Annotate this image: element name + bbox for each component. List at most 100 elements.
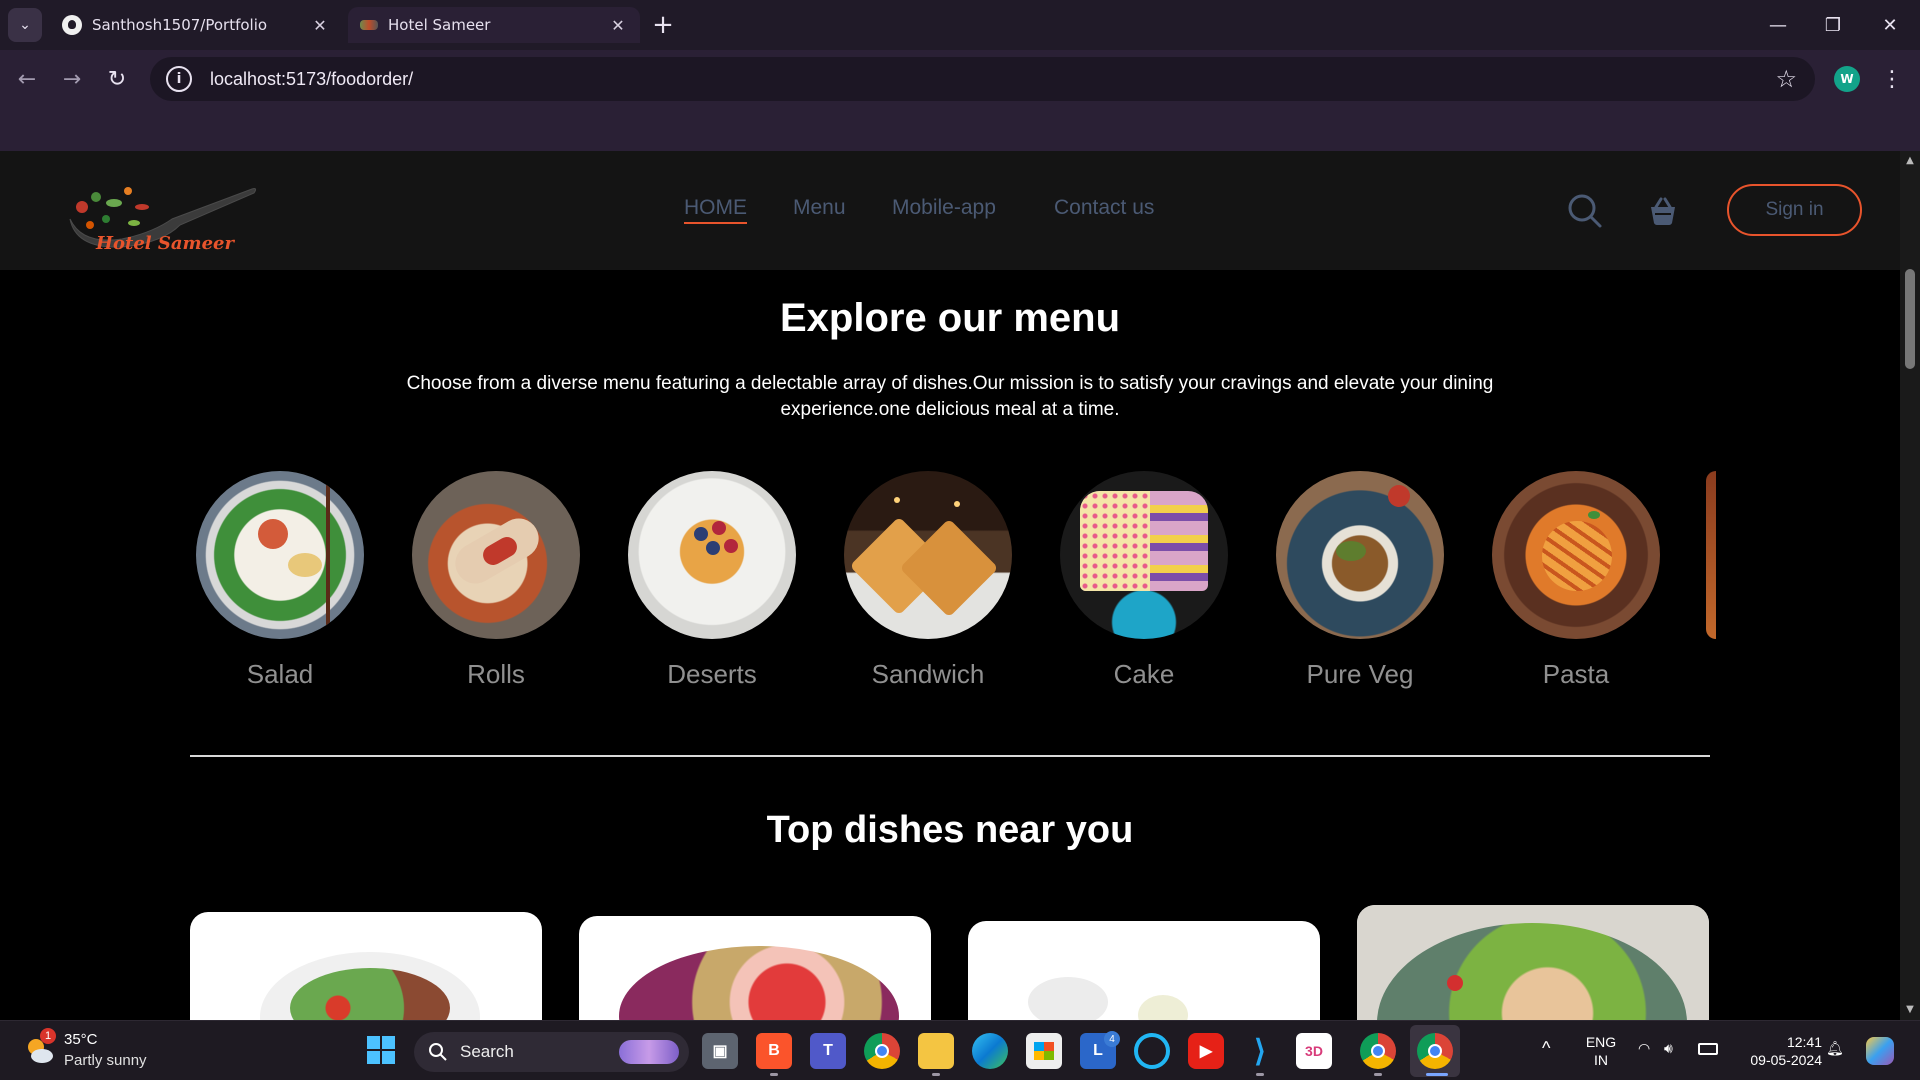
youtube-icon[interactable]: ▶ bbox=[1188, 1033, 1224, 1069]
edge-icon[interactable] bbox=[972, 1033, 1008, 1069]
microsoft-store-icon[interactable] bbox=[1026, 1033, 1062, 1069]
menu-item-cake[interactable]: Cake bbox=[1059, 471, 1229, 690]
rolls-image bbox=[412, 471, 580, 639]
search-label: Search bbox=[460, 1042, 514, 1061]
new-tab-button[interactable]: + bbox=[648, 10, 678, 40]
sign-in-button[interactable]: Sign in bbox=[1727, 184, 1862, 236]
food-card-image bbox=[619, 946, 899, 1020]
nav-home[interactable]: HOME bbox=[684, 196, 747, 224]
chrome-active-icon[interactable] bbox=[1417, 1033, 1453, 1069]
menu-item-label: Pasta bbox=[1542, 659, 1610, 689]
brave-icon[interactable]: B bbox=[756, 1033, 792, 1069]
vscode-icon[interactable]: ⟩ bbox=[1242, 1033, 1278, 1069]
menu-item-partial[interactable] bbox=[1706, 471, 1716, 639]
deserts-image bbox=[628, 471, 796, 639]
weather-description[interactable]: Partly sunny bbox=[64, 1052, 147, 1069]
battery-icon[interactable] bbox=[1698, 1043, 1718, 1055]
menu-item-label: Rolls bbox=[467, 659, 525, 689]
restore-button[interactable]: ❐ bbox=[1813, 8, 1853, 42]
forward-button[interactable]: → bbox=[55, 62, 89, 96]
menu-item-deserts[interactable]: Deserts bbox=[627, 471, 797, 690]
top-dishes-title: Top dishes near you bbox=[766, 809, 1134, 851]
menu-item-pure-veg[interactable]: Pure Veg bbox=[1275, 471, 1445, 690]
taskbar-search[interactable]: Search bbox=[414, 1032, 689, 1072]
github-icon bbox=[62, 15, 82, 35]
running-indicator bbox=[1256, 1073, 1264, 1076]
task-view-icon[interactable]: ▣ bbox=[702, 1033, 738, 1069]
menu-item-label: Deserts bbox=[667, 659, 757, 689]
arrow-right-icon: → bbox=[62, 66, 82, 92]
restore-icon: ❐ bbox=[1824, 14, 1842, 36]
address-bar[interactable]: i localhost:5173/foodorder/ ☆ bbox=[150, 57, 1815, 101]
language-line-2: IN bbox=[1594, 1052, 1608, 1068]
clock-date: 09-05-2024 bbox=[1750, 1052, 1822, 1068]
pure-veg-image bbox=[1276, 471, 1444, 639]
scroll-up-icon[interactable]: ▲ bbox=[1904, 155, 1916, 167]
running-indicator bbox=[770, 1073, 778, 1076]
close-window-button[interactable]: ✕ bbox=[1870, 8, 1910, 42]
basket-icon[interactable] bbox=[1643, 191, 1683, 231]
close-icon[interactable]: ✕ bbox=[608, 15, 628, 35]
nav-contact-us[interactable]: Contact us bbox=[1054, 196, 1154, 220]
reload-button[interactable]: ↻ bbox=[100, 62, 134, 96]
more-menu-icon[interactable]: ⋮ bbox=[1880, 62, 1904, 96]
food-card[interactable] bbox=[579, 916, 931, 1020]
close-icon[interactable]: ✕ bbox=[310, 15, 330, 35]
teams-icon[interactable]: T bbox=[810, 1033, 846, 1069]
nav-menu[interactable]: Menu bbox=[793, 196, 846, 220]
clock[interactable]: 12:41 09-05-2024 bbox=[1736, 1033, 1822, 1069]
active-indicator bbox=[1426, 1073, 1448, 1076]
chevron-up-icon[interactable]: ^ bbox=[1542, 1039, 1550, 1057]
weather-badge: 1 bbox=[40, 1028, 56, 1044]
explore-subtitle: Choose from a diverse menu featuring a d… bbox=[406, 373, 1494, 420]
chevron-down-icon: ⌄ bbox=[19, 17, 31, 33]
file-explorer-icon[interactable] bbox=[918, 1033, 954, 1069]
search-icon[interactable] bbox=[1565, 191, 1605, 231]
pasta-image bbox=[1492, 471, 1660, 639]
search-highlight-icon bbox=[619, 1040, 679, 1064]
running-indicator bbox=[932, 1073, 940, 1076]
food-card[interactable] bbox=[1357, 905, 1709, 1020]
profile-avatar[interactable]: W bbox=[1834, 66, 1860, 92]
minimize-button[interactable]: — bbox=[1758, 8, 1798, 42]
arrow-left-icon: ← bbox=[17, 66, 37, 92]
notification-badge: 4 bbox=[1104, 1031, 1120, 1047]
tab-search-button[interactable]: ⌄ bbox=[8, 8, 42, 42]
site-info-icon[interactable]: i bbox=[166, 66, 192, 92]
back-button[interactable]: ← bbox=[10, 62, 44, 96]
chrome-icon[interactable] bbox=[864, 1033, 900, 1069]
page-scrollbar[interactable]: ▲ ▼ bbox=[1900, 151, 1920, 1020]
language-line-1: ENG bbox=[1585, 1034, 1617, 1050]
tab-hotel-sameer[interactable]: Hotel Sameer ✕ bbox=[348, 7, 640, 43]
chrome-profile-icon[interactable] bbox=[1360, 1033, 1396, 1069]
bell-icon[interactable]: 🔔︎ bbox=[1826, 1039, 1844, 1057]
minimize-icon: — bbox=[1769, 14, 1787, 36]
copilot-icon[interactable] bbox=[1866, 1037, 1894, 1065]
menu-item-salad[interactable]: Salad bbox=[195, 471, 365, 690]
bookmark-star-icon[interactable]: ☆ bbox=[1775, 65, 1797, 93]
nav-mobile-app[interactable]: Mobile-app bbox=[892, 196, 996, 220]
url-text[interactable]: localhost:5173/foodorder/ bbox=[210, 69, 413, 90]
menu-item-label: Pure Veg bbox=[1306, 659, 1414, 689]
scroll-down-icon[interactable]: ▼ bbox=[1904, 1004, 1916, 1016]
food-card[interactable] bbox=[190, 912, 542, 1020]
menu-item-pasta[interactable]: Pasta bbox=[1491, 471, 1661, 690]
menu-item-rolls[interactable]: Rolls bbox=[411, 471, 581, 690]
running-indicator bbox=[1374, 1073, 1382, 1076]
wifi-icon[interactable]: ◠ bbox=[1638, 1039, 1650, 1057]
explore-title: Explore our menu bbox=[779, 296, 1121, 340]
windows-start-icon[interactable] bbox=[366, 1035, 396, 1065]
alexa-icon[interactable] bbox=[1134, 1033, 1170, 1069]
sandwich-image bbox=[844, 471, 1012, 639]
volume-icon[interactable]: 🔊︎ bbox=[1664, 1039, 1673, 1057]
tab-portfolio[interactable]: Santhosh1507/Portfolio ✕ bbox=[50, 7, 342, 43]
clock-time: 12:41 bbox=[1786, 1034, 1822, 1050]
food-card[interactable] bbox=[968, 921, 1320, 1020]
food-card-image bbox=[1028, 977, 1108, 1020]
3d-viewer-icon[interactable]: 3D bbox=[1296, 1033, 1332, 1069]
language-indicator[interactable]: ENG IN bbox=[1578, 1033, 1624, 1069]
scroll-thumb[interactable] bbox=[1905, 269, 1915, 369]
menu-item-sandwich[interactable]: Sandwich bbox=[843, 471, 1013, 690]
windows-taskbar: 1 35°C Partly sunny Search ▣ B T L 4 ▶ ⟩… bbox=[0, 1020, 1920, 1080]
weather-temperature[interactable]: 35°C bbox=[64, 1031, 98, 1048]
